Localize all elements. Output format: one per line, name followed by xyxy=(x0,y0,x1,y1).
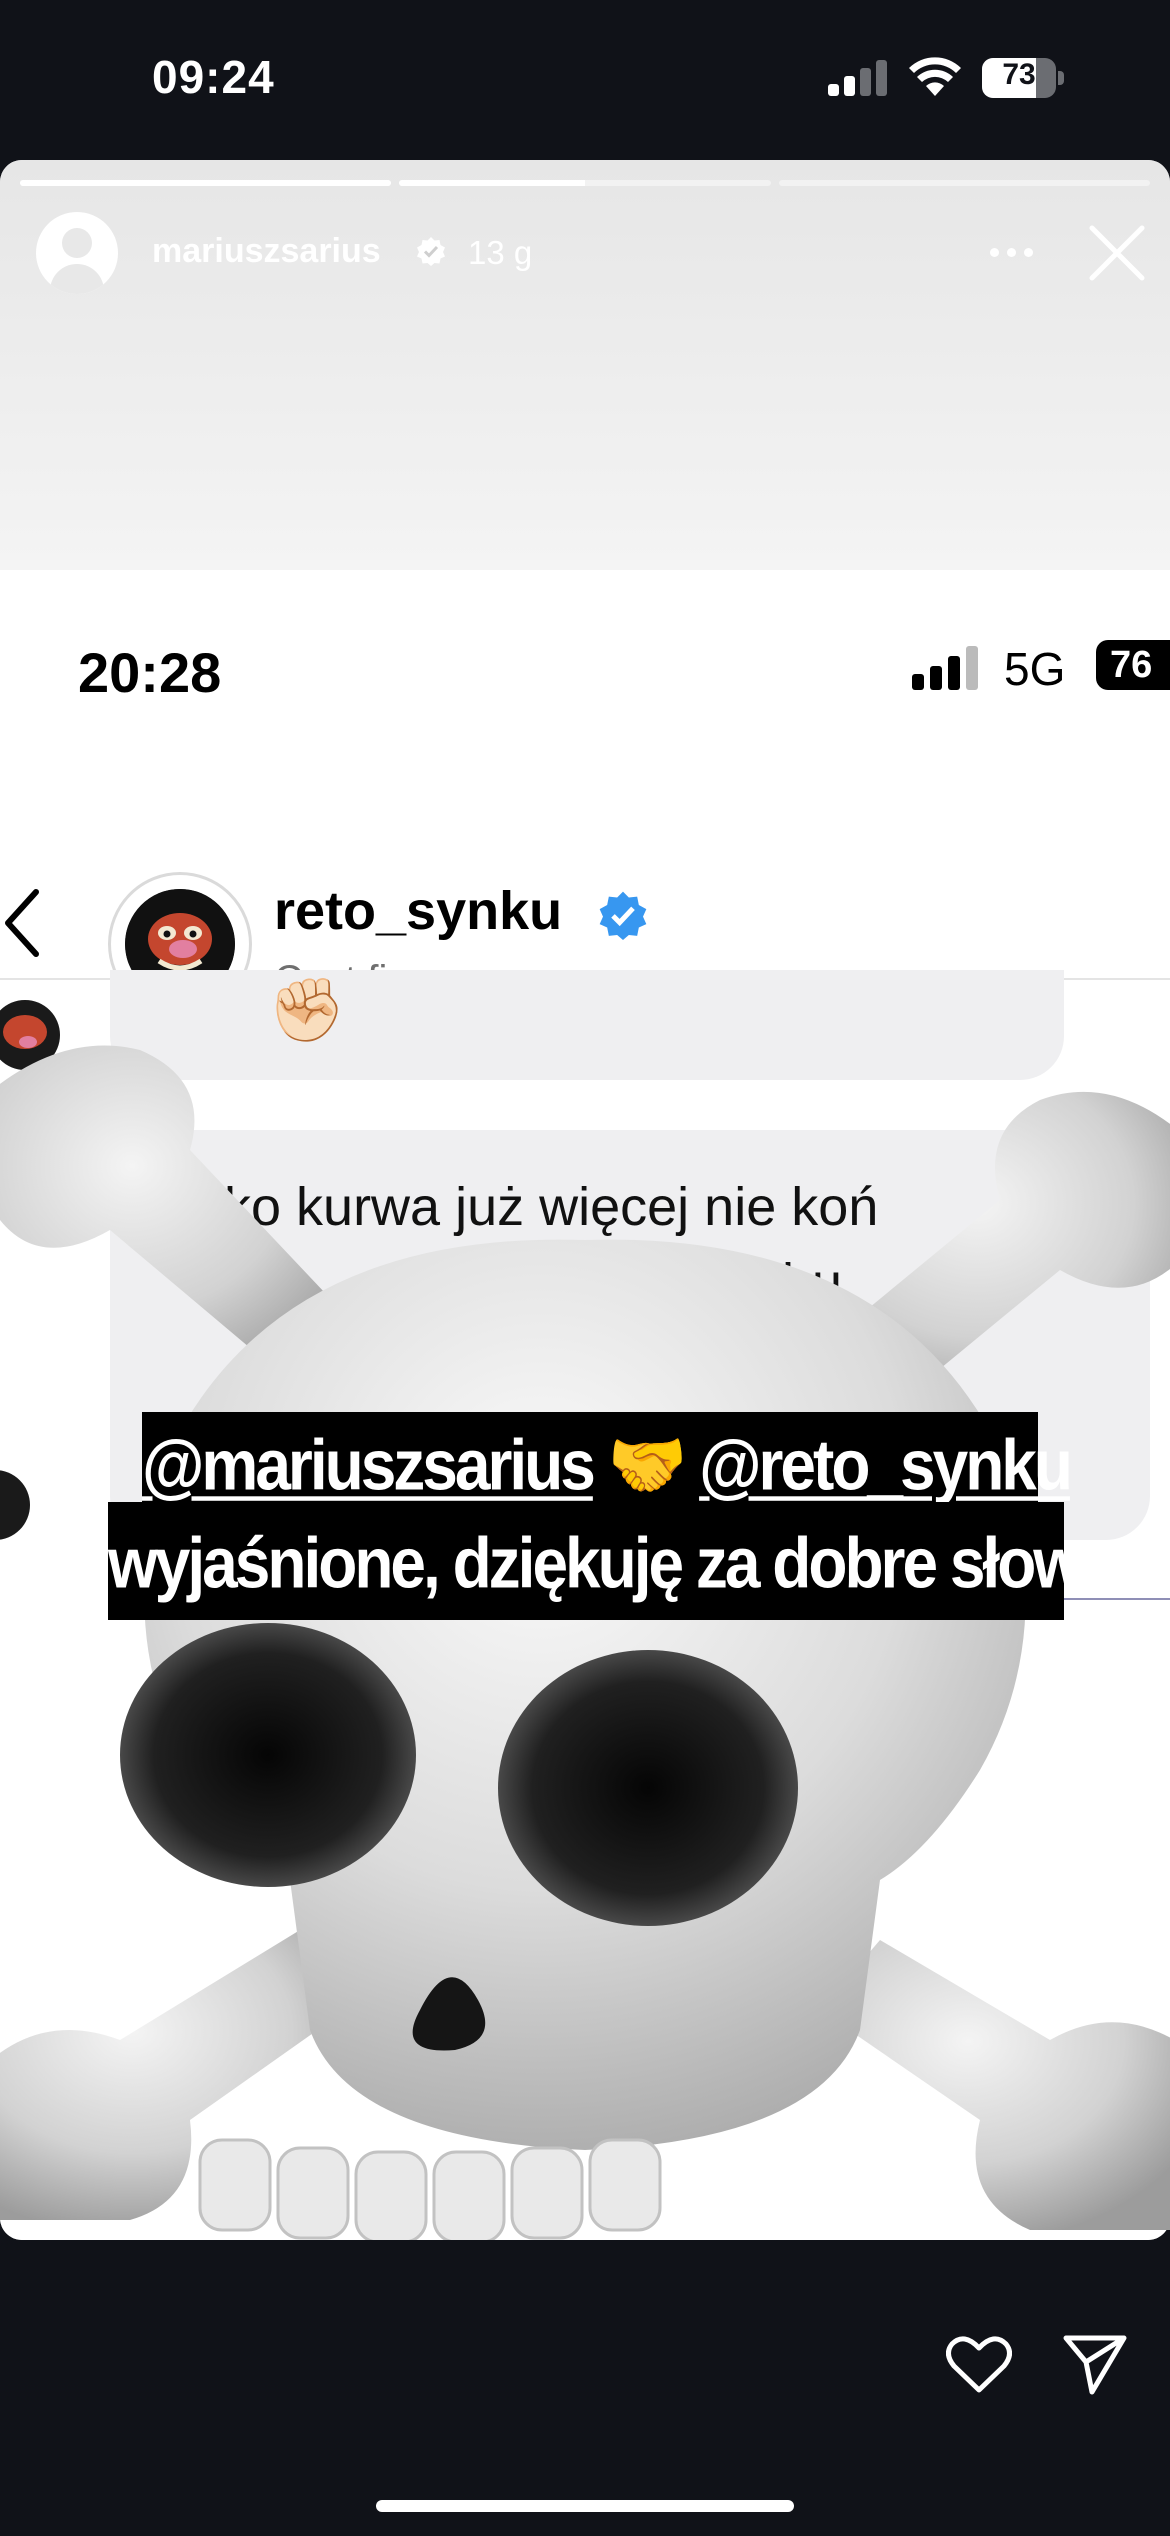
progress-segment xyxy=(399,180,771,186)
verified-icon xyxy=(599,891,647,940)
shared-screenshot: 20:28 5G 76 reto_synku ✊🏻 lko kurwa już … xyxy=(0,570,1170,2240)
message-avatar xyxy=(0,1000,60,1070)
battery-icon: 73 xyxy=(982,58,1064,98)
caption-line-1: @mariuszsarius 🤝 @reto_synku xyxy=(142,1412,1073,1514)
home-indicator[interactable] xyxy=(376,2500,794,2512)
story-age: 13 g xyxy=(468,234,533,271)
caption-text: wyjaśnione, dziękuję za dobre słowa l. xyxy=(108,1522,1160,1604)
story-avatar[interactable] xyxy=(36,212,118,294)
battery-percent: 73 xyxy=(1002,58,1036,91)
caption-line-2: wyjaśnione, dziękuję za dobre słowa l. xyxy=(108,1502,1160,1620)
chat-name: reto_synku xyxy=(274,881,563,941)
message-text: ✊🏻 xyxy=(268,976,346,1045)
inner-battery-percent: 76 xyxy=(1110,644,1153,686)
signal-icon xyxy=(828,60,887,96)
progress-fill xyxy=(20,180,392,186)
story-card[interactable]: mariuszsarius 13 g 20:28 5G 76 reto_synk… xyxy=(0,160,1170,2240)
wifi-icon xyxy=(909,57,961,96)
mention-link[interactable]: @reto_synku xyxy=(699,1425,1073,1506)
heart-icon[interactable] xyxy=(946,2334,1012,2394)
mention-link[interactable]: @mariuszsarius xyxy=(142,1425,596,1506)
send-icon[interactable] xyxy=(1062,2330,1128,2396)
story-progress xyxy=(20,180,1150,186)
message-text: trzebu xyxy=(692,1253,843,1313)
verified-icon xyxy=(417,237,445,266)
more-icon[interactable] xyxy=(984,242,1040,262)
progress-fill xyxy=(399,180,585,186)
message-text: lko kurwa już więcej nie koń xyxy=(212,1177,879,1237)
inner-status-time: 20:28 xyxy=(78,641,222,704)
story-header: mariuszsarius 13 g xyxy=(36,208,1146,300)
chevron-left-icon xyxy=(5,889,39,957)
message-avatar xyxy=(0,1470,30,1540)
inner-battery-icon: 76 xyxy=(1096,640,1170,690)
progress-segment xyxy=(20,180,392,186)
close-icon[interactable] xyxy=(1084,220,1150,286)
handshake-emoji: 🤝 xyxy=(607,1424,688,1506)
status-time: 09:24 xyxy=(152,51,275,103)
device-status-bar: 09:24 73 xyxy=(0,0,1170,158)
message-bubble: ✊🏻 xyxy=(110,970,1064,1080)
progress-segment xyxy=(778,180,1150,186)
inner-network-label: 5G xyxy=(1004,643,1066,695)
chat-header: reto_synku Czat firmowy xyxy=(0,810,1170,1016)
story-username[interactable]: mariuszsarius xyxy=(152,232,381,271)
inner-signal-icon xyxy=(912,646,978,690)
